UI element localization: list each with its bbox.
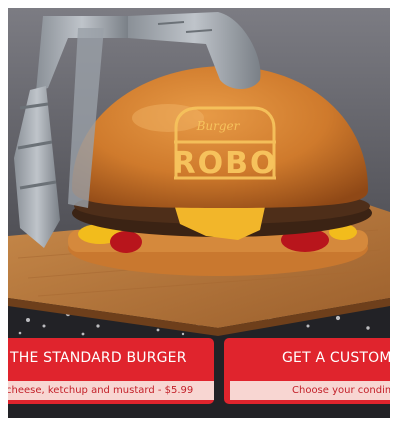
standard-burger-title: THE STANDARD BURGER xyxy=(10,350,187,366)
custom-burger-detail: Choose your condiments xyxy=(230,381,390,400)
custom-burger-title: GET A CUSTOM BURGER xyxy=(282,350,390,366)
brand-logo: ROBO xyxy=(173,146,278,181)
custom-burger-card[interactable]: GET A CUSTOM BURGER Choose your condimen… xyxy=(224,338,390,404)
brand-tagline: Burger xyxy=(196,119,241,133)
app-frame: Burger ROBO THE STANDARD BURGER cheese, … xyxy=(8,8,390,418)
standard-burger-card[interactable]: THE STANDARD BURGER cheese, ketchup and … xyxy=(8,338,214,404)
standard-burger-detail: cheese, ketchup and mustard - $5.99 xyxy=(8,381,214,400)
